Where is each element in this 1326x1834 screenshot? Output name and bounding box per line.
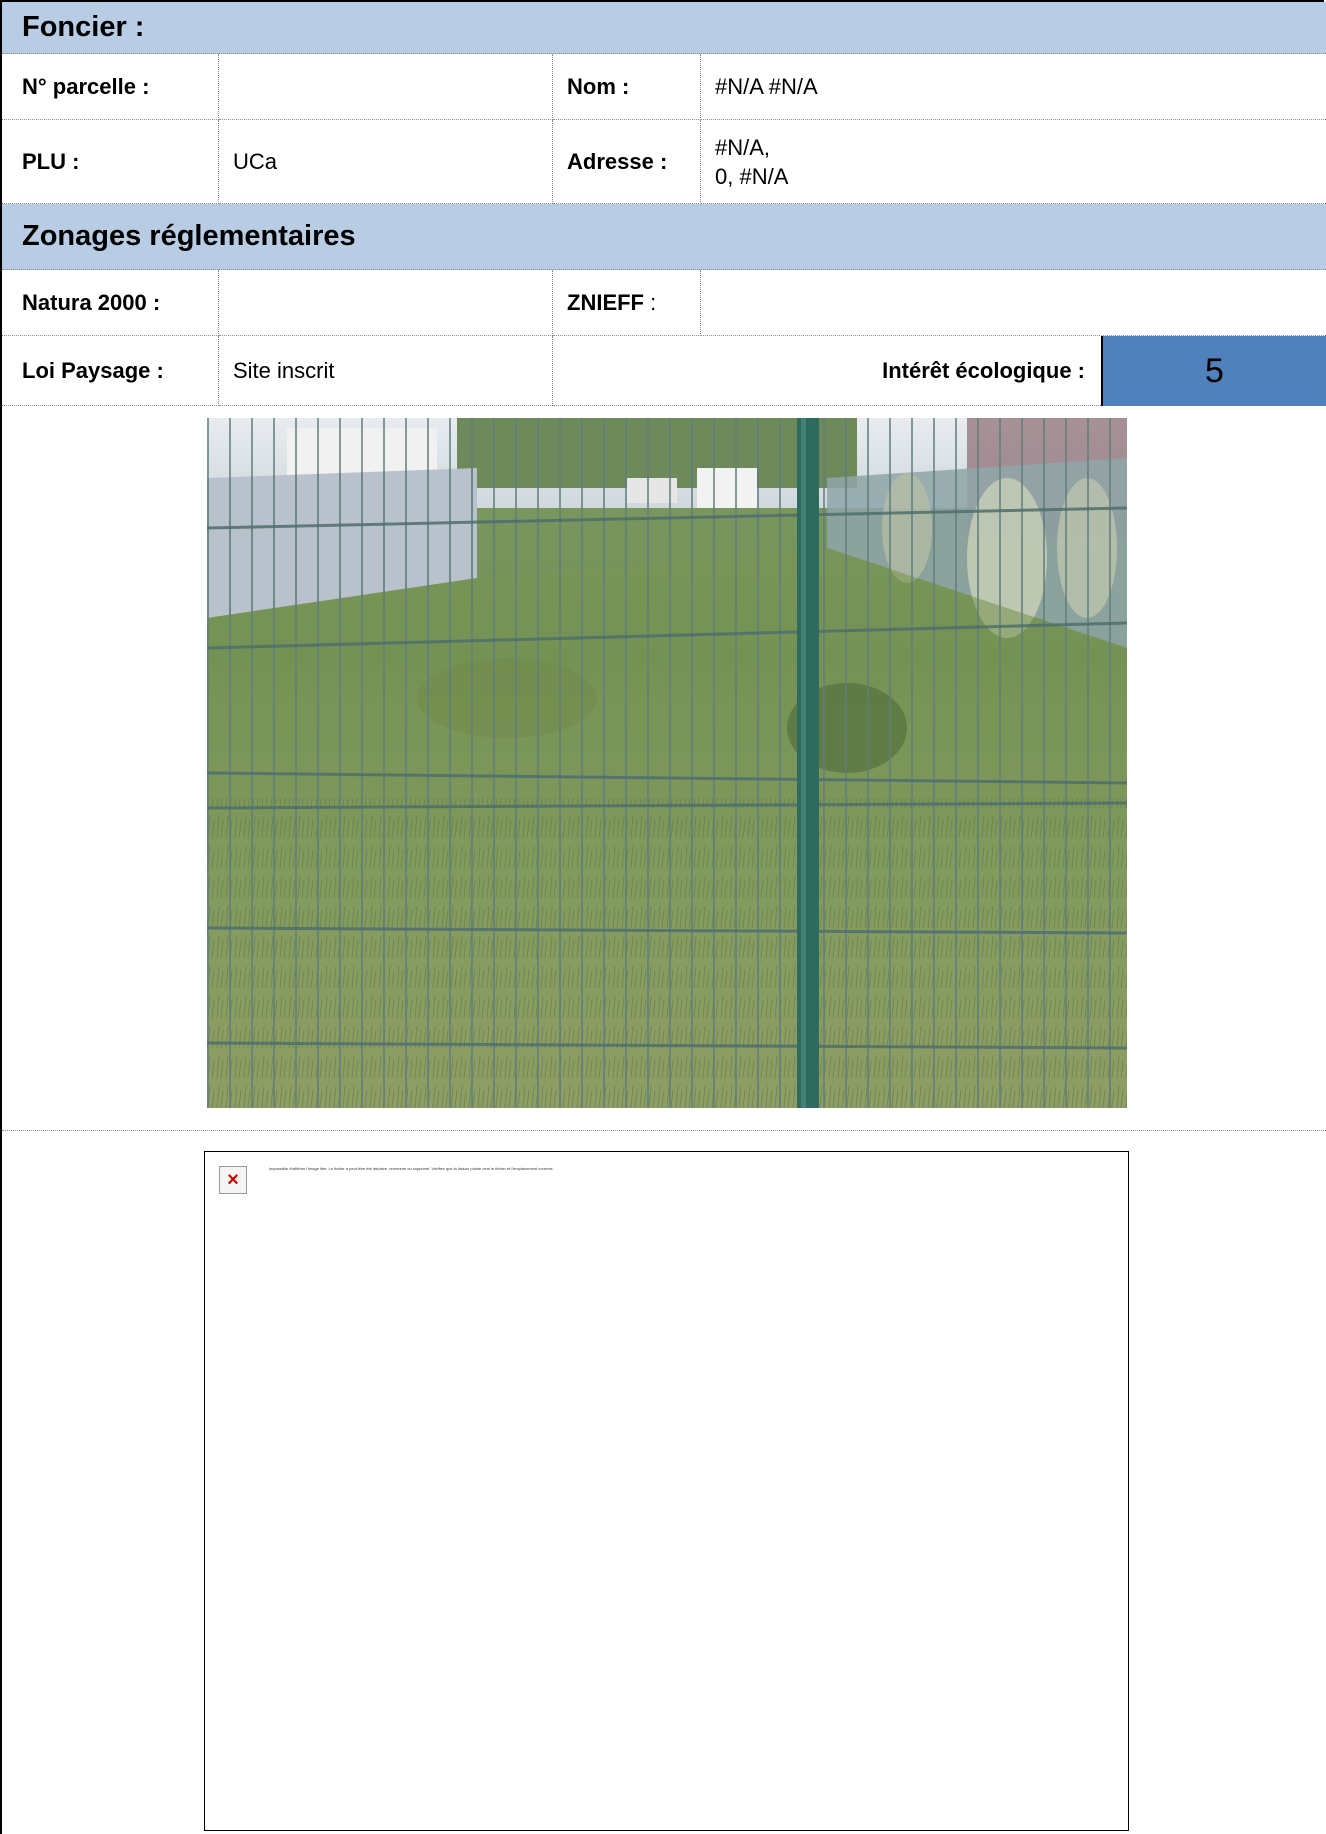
- foncier-section-title: Foncier :: [2, 2, 1326, 54]
- broken-image-message: Impossible d'afficher l'image liée. Le f…: [269, 1166, 554, 1171]
- parcelle-value: [219, 54, 553, 120]
- loi-paysage-value: Site inscrit: [219, 336, 553, 406]
- natura-label: Natura 2000 :: [2, 270, 219, 336]
- loi-paysage-label: Loi Paysage :: [2, 336, 219, 406]
- broken-image-icon: ×: [219, 1166, 247, 1194]
- foncier-title-text: Foncier :: [22, 11, 145, 43]
- adresse-value: #N/A, 0, #N/A: [701, 120, 1326, 204]
- zonages-title-text: Zonages réglementaires: [22, 220, 356, 252]
- plu-value: UCa: [219, 120, 553, 204]
- interet-ecologique-score: 5: [1101, 336, 1326, 406]
- photo-row: [2, 406, 1326, 1131]
- natura-value: [219, 270, 553, 336]
- zonages-section-title: Zonages réglementaires: [2, 204, 1326, 270]
- nom-value: #N/A #N/A: [701, 54, 1326, 120]
- znieff-value: [701, 270, 1326, 336]
- adresse-line-1: #N/A,: [715, 134, 771, 160]
- znieff-label: ZNIEFF :: [553, 270, 701, 336]
- sheet: Foncier : N° parcelle : Nom : #N/A #N/A …: [0, 0, 1326, 1834]
- parcelle-label: N° parcelle :: [2, 54, 219, 120]
- adresse-label: Adresse :: [553, 120, 701, 204]
- adresse-line-2: 0, #N/A: [715, 163, 789, 189]
- znieff-label-text: ZNIEFF: [567, 289, 644, 315]
- broken-image-frame: × Impossible d'afficher l'image liée. Le…: [204, 1151, 1129, 1831]
- nom-label: Nom :: [553, 54, 701, 120]
- znieff-label-colon: :: [644, 289, 657, 315]
- plu-label: PLU :: [2, 120, 219, 204]
- interet-ecologique-label: Intérêt écologique :: [553, 336, 1101, 406]
- site-photo: [207, 418, 1127, 1108]
